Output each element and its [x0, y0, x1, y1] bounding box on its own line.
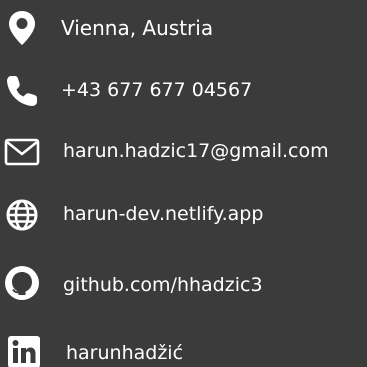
- linkedin-icon: [6, 334, 42, 367]
- globe-icon: [4, 197, 40, 233]
- contact-linkedin[interactable]: harunhadžić: [0, 330, 367, 367]
- email-link[interactable]: harun.hadzic17@gmail.com: [63, 142, 329, 161]
- contact-website[interactable]: harun-dev.netlify.app: [0, 193, 367, 237]
- envelope-icon: [4, 134, 40, 170]
- contact-phone[interactable]: +43 677 677 04567: [0, 69, 367, 113]
- linkedin-link[interactable]: harunhadžić: [66, 344, 183, 363]
- phone-icon: [4, 73, 40, 109]
- contact-location: Vienna, Austria: [0, 6, 367, 50]
- github-link[interactable]: github.com/hhadzic3: [63, 276, 263, 295]
- phone-link[interactable]: +43 677 677 04567: [61, 81, 252, 100]
- contact-list: Vienna, Austria +43 677 677 04567 harun.…: [0, 0, 367, 367]
- github-icon: [4, 265, 40, 301]
- contact-email[interactable]: harun.hadzic17@gmail.com: [0, 130, 367, 174]
- location-pin-icon: [4, 10, 40, 46]
- contact-github[interactable]: github.com/hhadzic3: [0, 261, 367, 305]
- website-link[interactable]: harun-dev.netlify.app: [63, 205, 263, 224]
- location-text: Vienna, Austria: [61, 16, 214, 40]
